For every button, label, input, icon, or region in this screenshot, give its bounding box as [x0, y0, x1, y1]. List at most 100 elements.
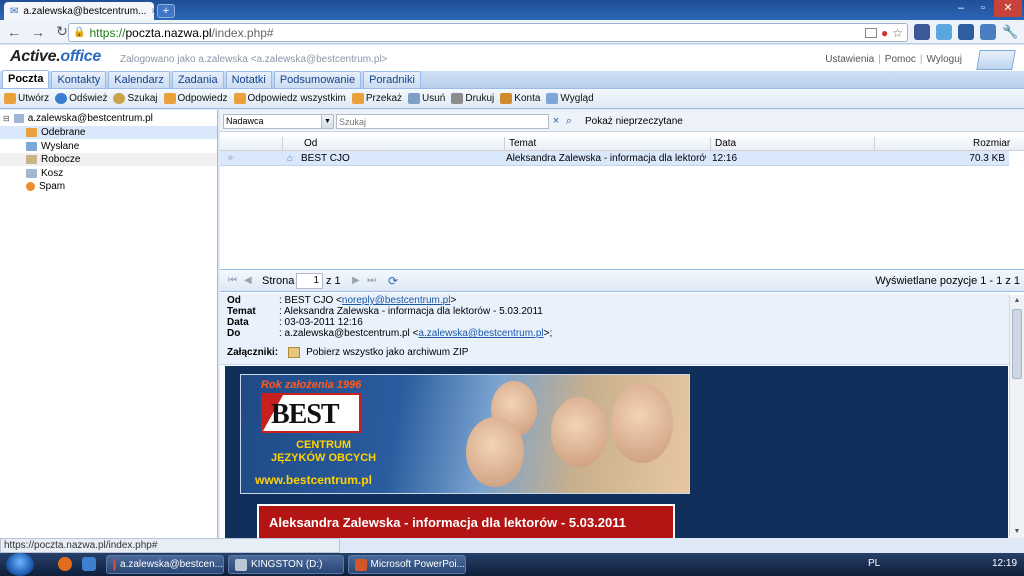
message-title: Aleksandra Zalewska - informacja dla lek… [269, 515, 626, 530]
flag-icon[interactable]: ★ [226, 153, 235, 164]
folder-spam[interactable]: Spam [0, 180, 217, 193]
row-from: BEST CJO [301, 153, 350, 164]
search-button[interactable]: Szukaj [112, 93, 158, 104]
print-button[interactable]: Drukuj [450, 93, 495, 104]
person-photo [611, 383, 673, 463]
scroll-down-icon[interactable]: ▼ [1010, 526, 1024, 538]
taskbar-item-browser[interactable]: a.zalewska@bestcen... [106, 555, 224, 574]
folder-drafts[interactable]: Robocze [0, 153, 217, 166]
account-icon [13, 114, 24, 123]
main-tabs: Poczta Kontakty Kalendarz Zadania Notatk… [0, 70, 1024, 89]
tab-kalendarz[interactable]: Kalendarz [108, 71, 170, 88]
message-scrollbar[interactable]: ▲ ▼ [1009, 295, 1024, 538]
folder-sent[interactable]: Wysłane [0, 140, 217, 153]
clock[interactable]: 12:19 [992, 558, 1017, 569]
scrollbar-thumb[interactable] [1012, 309, 1022, 379]
taskbar-item-powerpoint[interactable]: Microsoft PowerPoi... [348, 555, 466, 574]
reply-all-button[interactable]: Odpowiedz wszystkim [233, 93, 347, 104]
col-subject[interactable]: Temat [509, 138, 536, 149]
compose-button[interactable]: Utwórz [3, 93, 50, 104]
search-input[interactable] [336, 114, 549, 129]
search-icon[interactable]: ⌕ [562, 114, 576, 129]
from-email-link[interactable]: noreply@bestcentrum.pl [342, 295, 451, 306]
column-divider [874, 137, 875, 151]
folder-trash[interactable]: Kosz [0, 167, 217, 180]
download-zip-link[interactable]: Pobierz wszystko jako archiwum ZIP [306, 347, 468, 358]
print-icon [451, 93, 464, 104]
browser-tab[interactable]: ✉ a.zalewska@bestcentrum... × [4, 2, 154, 20]
filter-field-select[interactable]: Nadawca ▼ [223, 114, 334, 129]
tab-favicon-icon: ✉ [10, 5, 19, 17]
tray-icons[interactable] [886, 558, 986, 570]
refresh-button[interactable]: Odśwież [54, 93, 108, 104]
tab-notatki[interactable]: Notatki [225, 71, 272, 88]
person-photo [466, 417, 524, 487]
app-icon[interactable] [82, 557, 96, 571]
prev-page-icon[interactable]: ◀ [244, 275, 252, 286]
url-host: poczta.nazwa.pl [125, 25, 212, 40]
delete-button[interactable]: Usuń [407, 93, 446, 104]
extension-icon[interactable] [936, 24, 952, 40]
layout-button[interactable]: Wygląd [545, 93, 594, 104]
new-tab-button[interactable]: + [157, 4, 175, 18]
reply-icon [163, 93, 176, 104]
col-date[interactable]: Data [715, 138, 736, 149]
address-bar[interactable]: 🔒 https://poczta.nazwa.pl/index.php# ● ☆ [68, 23, 908, 42]
logout-link[interactable]: Wyloguj [927, 54, 962, 65]
forward-button[interactable]: Przekaż [351, 93, 403, 104]
wrench-icon[interactable]: 🔧 [1002, 24, 1018, 40]
action-toolbar: Utwórz Odśwież Szukaj Odpowiedz Odpowied… [0, 89, 1024, 109]
banner-founded: Rok założenia 1996 [261, 379, 362, 391]
show-unread-toggle[interactable]: Pokaż nieprzeczytane [585, 116, 683, 127]
stop-icon[interactable]: ● [881, 26, 888, 40]
best-logo: BEST [261, 393, 361, 433]
chevron-down-icon[interactable]: ▼ [321, 115, 333, 128]
row-subject: Aleksandra Zalewska - informacja dla lek… [506, 153, 706, 164]
tab-poradniki[interactable]: Poradniki [363, 71, 421, 88]
next-page-icon[interactable]: ▶ [352, 275, 360, 286]
to-email-link[interactable]: a.zalewska@bestcentrum.pl [418, 328, 543, 339]
tab-poczta[interactable]: Poczta [2, 70, 50, 88]
firefox-icon[interactable] [58, 557, 72, 571]
refresh-icon[interactable]: ⟳ [388, 274, 398, 288]
tab-kontakty[interactable]: Kontakty [51, 71, 107, 88]
forward-icon [351, 93, 364, 104]
close-window-icon[interactable]: ✕ [994, 0, 1022, 17]
drafts-icon [26, 155, 37, 164]
table-row[interactable]: ★ ⌂ BEST CJO Aleksandra Zalewska - infor… [220, 151, 1009, 166]
tab-podsumowanie[interactable]: Podsumowanie [273, 71, 362, 88]
powerpoint-icon [355, 558, 367, 571]
accounts-button[interactable]: Konta [499, 93, 541, 104]
back-arrow-icon[interactable]: ← [4, 22, 24, 42]
tab-close-icon[interactable]: × [151, 6, 154, 17]
column-divider [282, 137, 283, 151]
first-page-icon[interactable]: ⏮ [228, 275, 237, 286]
filter-bar: Nadawca▼ × ⌕ Pokaż nieprzeczytane [220, 110, 1024, 132]
page-count: z 1 [326, 275, 341, 287]
column-divider [710, 137, 711, 151]
col-from[interactable]: Od [304, 138, 317, 149]
folder-inbox[interactable]: Odebrane [0, 126, 217, 139]
star-icon[interactable]: ☆ [892, 26, 903, 40]
maximize-icon[interactable]: ▫ [972, 0, 994, 17]
last-page-icon[interactable]: ⏭ [367, 275, 376, 286]
start-button[interactable] [6, 553, 34, 576]
scroll-up-icon[interactable]: ▲ [1010, 295, 1024, 307]
settings-link[interactable]: Ustawienia [825, 54, 874, 65]
bookmark-extension-icon[interactable] [980, 24, 996, 40]
collapse-icon[interactable]: ⊟ [3, 114, 10, 123]
clear-search-icon[interactable]: × [550, 114, 562, 129]
reply-button[interactable]: Odpowiedz [163, 93, 229, 104]
help-link[interactable]: Pomoc [885, 54, 916, 65]
tab-zadania[interactable]: Zadania [171, 71, 224, 88]
taskbar-item-drive[interactable]: KINGSTON (D:) [228, 555, 344, 574]
account-node[interactable]: ⊟ a.zalewska@bestcentrum.pl [3, 113, 153, 124]
forward-arrow-icon[interactable]: → [28, 22, 48, 42]
chart-extension-icon[interactable] [958, 24, 974, 40]
column-divider [504, 137, 505, 151]
page-input[interactable]: 1 [296, 273, 323, 289]
col-size[interactable]: Rozmiar [973, 138, 1010, 149]
facebook-extension-icon[interactable] [914, 24, 930, 40]
language-indicator[interactable]: PL [868, 558, 880, 569]
minimize-icon[interactable]: – [950, 0, 972, 17]
